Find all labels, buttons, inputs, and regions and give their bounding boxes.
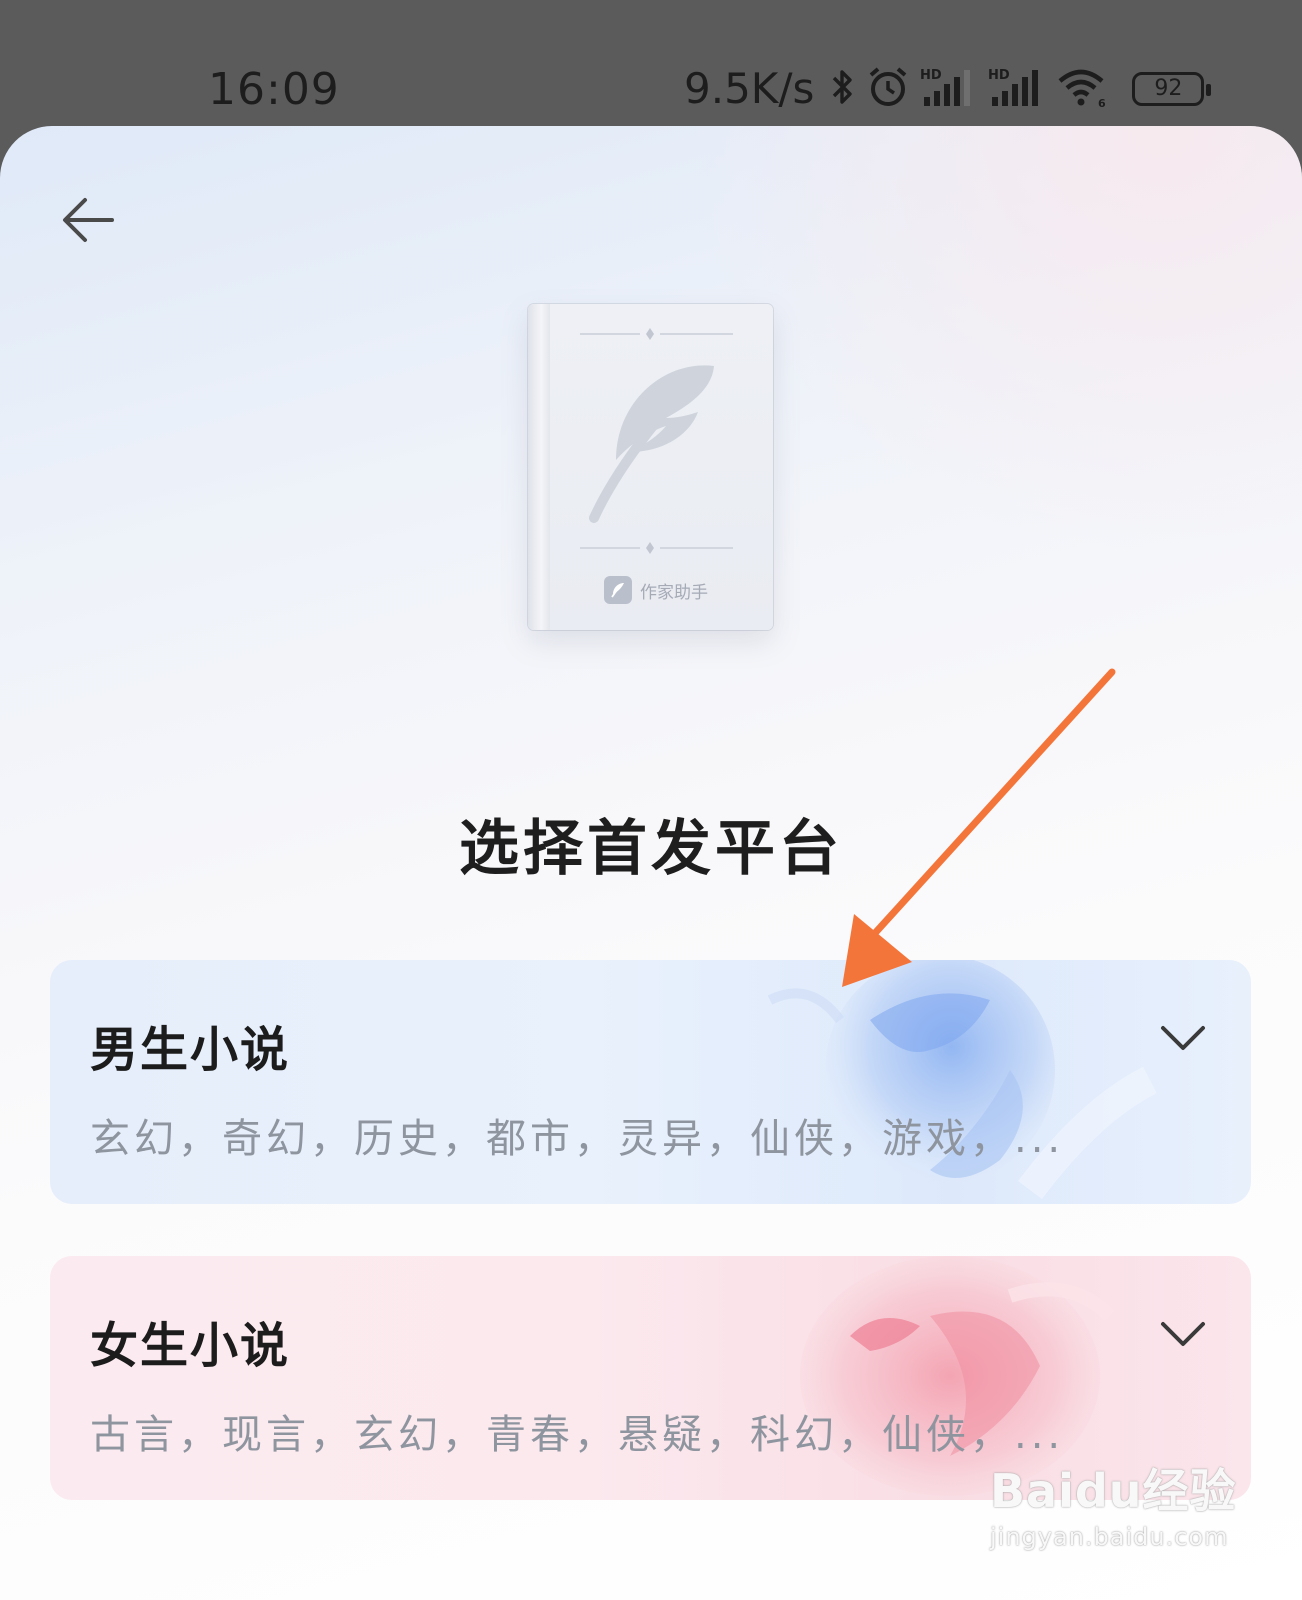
battery-level: 92 (1154, 76, 1183, 101)
bluetooth-icon (830, 67, 856, 111)
svg-text:HD: HD (920, 68, 942, 83)
watermark-main: Baidu经验 (990, 1464, 1237, 1518)
baidu-watermark: Baidu经验 jingyan.baidu.com (990, 1455, 1237, 1551)
svg-text:6: 6 (1098, 97, 1106, 109)
male-novel-card[interactable]: 男生小说 玄幻，奇幻，历史，都市，灵异，仙侠，游戏，... (50, 960, 1251, 1204)
svg-text:HD: HD (988, 68, 1010, 83)
card-genre-tags: 玄幻，奇幻，历史，都市，灵异，仙侠，游戏，... (90, 1116, 1065, 1162)
status-bar: 16:09 9.5K/s HD HD 6 92 (0, 0, 1302, 128)
hd-signal-icon: HD (988, 65, 1046, 113)
watermark-url: jingyan.baidu.com (990, 1523, 1229, 1551)
status-icons: 9.5K/s HD HD 6 92 (684, 64, 1212, 113)
brand-label: 作家助手 (640, 582, 708, 603)
wifi-icon: 6 (1056, 65, 1110, 113)
battery-icon: 92 (1132, 71, 1212, 106)
network-speed: 9.5K/s (684, 64, 815, 113)
chevron-down-icon[interactable] (1159, 1318, 1207, 1350)
card-genre-tags: 古言，现言，玄幻，青春，悬疑，科幻，仙侠，... (90, 1412, 1065, 1458)
book-cover: 作家助手 (528, 304, 773, 630)
hd-signal-icon: HD (920, 65, 978, 113)
arrow-left-icon (63, 198, 114, 242)
card-title: 男生小说 (90, 1022, 291, 1078)
back-button[interactable] (58, 190, 118, 250)
feather-icon (589, 365, 714, 523)
book-brand: 作家助手 (604, 576, 708, 604)
alarm-icon (866, 65, 910, 113)
page-title: 选择首发平台 (459, 814, 843, 884)
writer-assistant-logo-icon (604, 576, 632, 604)
status-time: 16:09 (208, 64, 340, 115)
globe-illustration (767, 960, 1157, 1200)
card-title: 女生小说 (90, 1318, 291, 1374)
chevron-down-icon[interactable] (1159, 1022, 1207, 1054)
